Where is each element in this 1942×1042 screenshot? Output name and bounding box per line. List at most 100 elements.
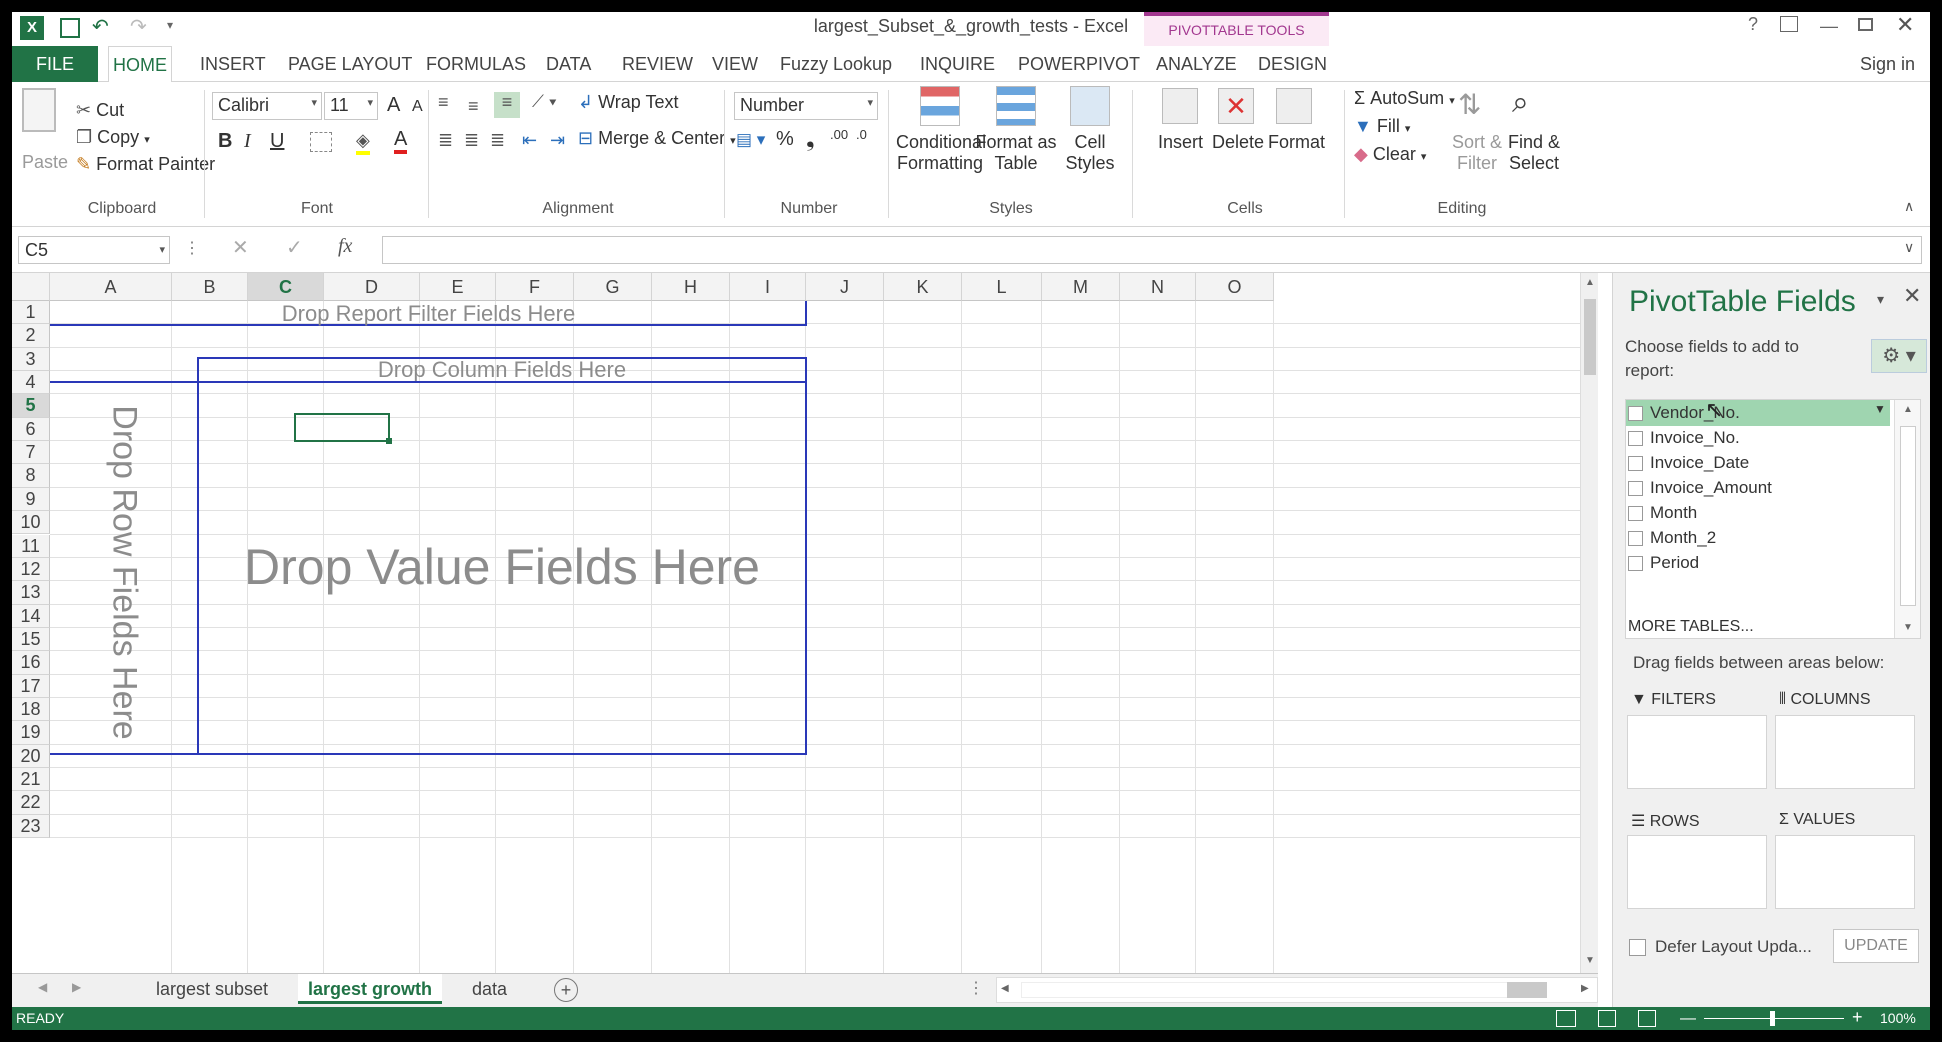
row-header[interactable]: 10 [12, 511, 50, 535]
format-cells-icon[interactable] [1276, 88, 1312, 124]
defer-layout-checkbox[interactable] [1629, 939, 1646, 956]
row-header[interactable]: 17 [12, 674, 50, 698]
bottom-align-icon[interactable]: ≡ [494, 92, 520, 118]
clear-button[interactable]: ◆ Clear ▾ [1354, 144, 1426, 165]
row-header[interactable]: 21 [12, 768, 50, 792]
column-header[interactable]: O [1196, 273, 1274, 301]
sort-filter-icon[interactable]: ⇅ [1458, 88, 1481, 121]
underline-button[interactable]: U [270, 130, 284, 153]
field-checkbox[interactable] [1628, 455, 1643, 471]
more-options-icon[interactable]: ⋮ [184, 238, 200, 258]
row-header[interactable]: 22 [12, 791, 50, 815]
column-header[interactable]: B [172, 273, 248, 301]
row-header[interactable]: 9 [12, 487, 50, 512]
columns-drop-area[interactable] [1775, 715, 1915, 789]
tab-data[interactable]: DATA [542, 46, 595, 82]
field-checkbox[interactable] [1628, 430, 1643, 446]
increase-indent-icon[interactable]: ⇥ [550, 130, 565, 151]
vertical-scrollbar[interactable]: ▲ ▼ [1580, 273, 1598, 973]
accounting-format-icon[interactable]: ▤ ▾ [736, 130, 765, 150]
ribbon-display-icon[interactable] [1780, 16, 1798, 32]
increase-decimal-button[interactable]: .00 [830, 128, 848, 142]
worksheet-grid[interactable]: ABCDEFGHIJKLMNO 1 2 3 4 5 6 7 8 9 10 11 12 13 14 15 16 1… [12, 273, 1598, 973]
column-header[interactable]: L [962, 273, 1042, 301]
middle-align-icon[interactable]: ≡ [468, 96, 479, 117]
row-header[interactable]: 15 [12, 627, 50, 652]
field-item[interactable]: Invoice_Amount [1628, 476, 1772, 500]
tab-review[interactable]: REVIEW [618, 46, 697, 82]
row-header[interactable]: 20 [12, 744, 50, 768]
borders-icon[interactable] [310, 132, 332, 152]
normal-view-icon[interactable] [1556, 1010, 1576, 1027]
field-item[interactable]: Invoice_Date [1628, 451, 1749, 475]
insert-function-button[interactable]: fx [338, 235, 352, 258]
font-name-combo[interactable]: Calibri ▾ [212, 92, 322, 120]
page-layout-view-icon[interactable] [1598, 1010, 1616, 1027]
field-checkbox[interactable] [1628, 505, 1643, 521]
column-header[interactable]: C [248, 273, 324, 301]
format-as-table-icon[interactable] [996, 86, 1036, 126]
pane-close-icon[interactable]: ✕ [1903, 283, 1921, 309]
zoom-out-icon[interactable]: — [1680, 1007, 1696, 1030]
tab-fuzzy-lookup[interactable]: Fuzzy Lookup [776, 46, 896, 82]
field-scroll-thumb[interactable] [1900, 426, 1916, 606]
fill-handle[interactable] [386, 438, 392, 444]
gear-icon[interactable]: ⚙ ▾ [1871, 339, 1927, 373]
column-header[interactable]: H [652, 273, 730, 301]
column-header[interactable]: D [324, 273, 420, 301]
copy-button[interactable]: ❐ Copy ▾ [76, 127, 150, 148]
tab-page-layout[interactable]: PAGE LAYOUT [284, 46, 416, 82]
row-header[interactable]: 23 [12, 814, 50, 839]
fill-color-icon[interactable]: ◈ [356, 130, 370, 155]
delete-cells-icon[interactable]: ✕ [1218, 88, 1254, 124]
field-scroll-down-icon[interactable]: ▼ [1903, 622, 1913, 633]
format-painter-button[interactable]: ✎ Format Painter [76, 154, 215, 175]
new-sheet-icon[interactable]: + [554, 978, 578, 1002]
column-header[interactable]: N [1120, 273, 1196, 301]
insert-cells-button[interactable]: Insert [1158, 132, 1203, 153]
insert-cells-icon[interactable] [1162, 88, 1198, 124]
field-checkbox[interactable] [1628, 530, 1643, 546]
shrink-font-button[interactable]: A [412, 98, 423, 116]
horizontal-scrollbar[interactable]: ◀ ▶ [996, 977, 1598, 1003]
tab-insert[interactable]: INSERT [196, 46, 270, 82]
tab-formulas[interactable]: FORMULAS [422, 46, 530, 82]
format-as-table-button[interactable]: Format as Table [972, 132, 1060, 174]
row-header[interactable]: 13 [12, 581, 50, 605]
collapse-ribbon-icon[interactable]: ∧ [1904, 198, 1914, 215]
find-select-button[interactable]: Find & Select [1508, 132, 1560, 174]
comma-style-button[interactable]: ❟ [806, 126, 815, 152]
font-color-button[interactable]: A [394, 128, 408, 154]
sheet-tab-largest-subset[interactable]: largest subset [146, 974, 278, 1004]
row-header[interactable]: 14 [12, 604, 50, 628]
values-drop-area[interactable] [1775, 835, 1915, 909]
tab-file[interactable]: FILE [12, 46, 98, 82]
autosum-button[interactable]: Σ AutoSum ▾ [1354, 88, 1455, 109]
more-tables-link[interactable]: MORE TABLES... [1628, 618, 1754, 636]
sheet-tab-data[interactable]: data [462, 974, 517, 1004]
help-icon[interactable]: ? [1748, 14, 1758, 35]
field-checkbox[interactable] [1628, 405, 1643, 421]
delete-cells-button[interactable]: Delete [1212, 132, 1264, 153]
align-left-icon[interactable]: ≣ [438, 130, 453, 151]
select-all-corner[interactable] [12, 273, 50, 301]
row-header[interactable]: 5 [12, 394, 50, 418]
field-item[interactable]: Month [1628, 501, 1697, 525]
sort-filter-button[interactable]: Sort & Filter [1452, 132, 1502, 174]
pane-options-icon[interactable]: ▾ [1877, 291, 1884, 308]
column-header[interactable]: I [730, 273, 806, 301]
number-format-combo[interactable]: Number ▾ [734, 92, 878, 120]
restore-icon[interactable] [1858, 18, 1873, 31]
row-header[interactable]: 12 [12, 557, 50, 582]
column-header[interactable]: K [884, 273, 962, 301]
column-header[interactable]: A [50, 273, 172, 301]
row-header[interactable]: 6 [12, 417, 50, 442]
tab-inquire[interactable]: INQUIRE [916, 46, 999, 82]
column-header[interactable]: E [420, 273, 496, 301]
tab-design[interactable]: DESIGN [1254, 46, 1331, 82]
update-button[interactable]: UPDATE [1833, 929, 1919, 963]
field-item[interactable]: Period [1628, 551, 1699, 575]
decrease-decimal-button[interactable]: .0 [856, 128, 867, 142]
field-list-scrollbar[interactable]: ▲ ▼ [1894, 400, 1920, 638]
conditional-formatting-button[interactable]: Conditional Formatting [896, 132, 986, 174]
